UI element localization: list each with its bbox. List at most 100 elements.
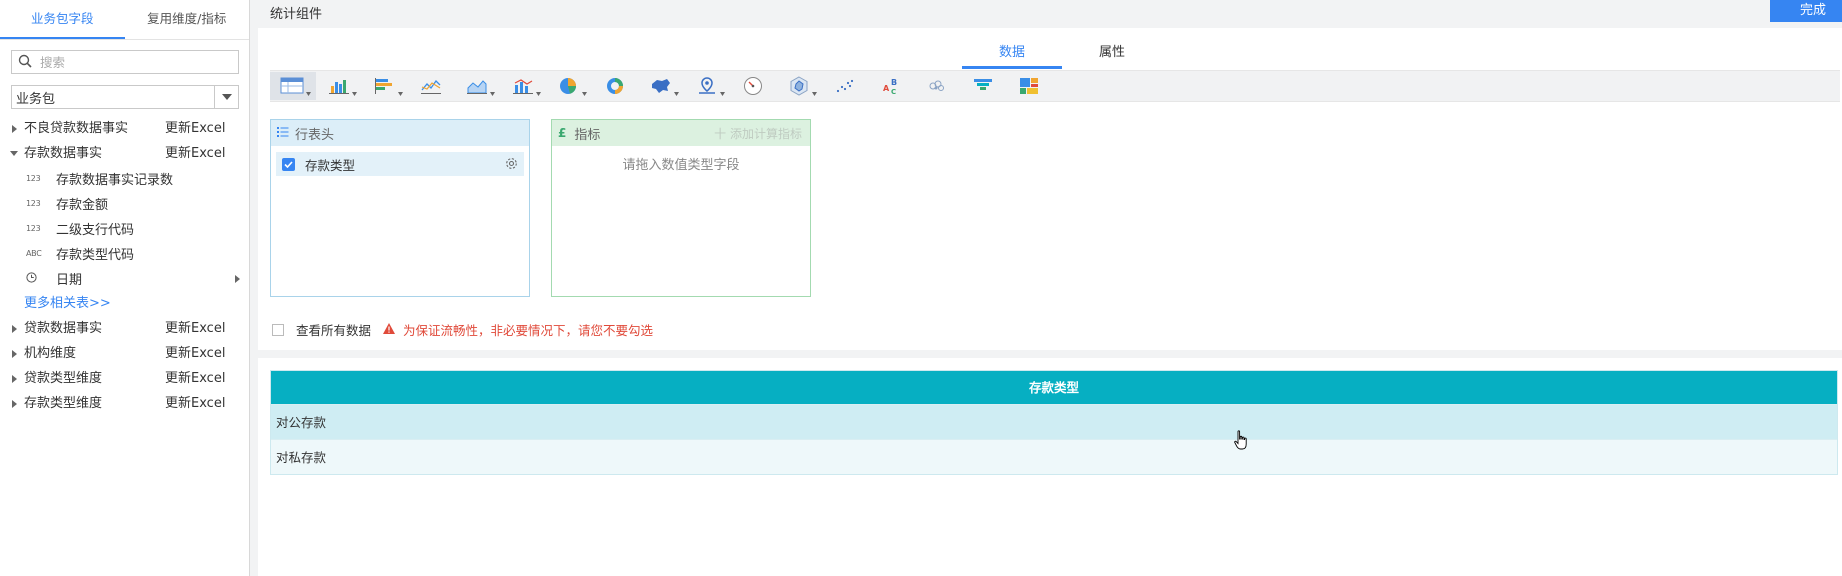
table-header[interactable]: 存款类型 [271, 371, 1837, 404]
table-name: 贷款数据事实 [24, 321, 103, 336]
tab-properties[interactable]: 属性 [1062, 40, 1162, 69]
field-item[interactable]: 日期 [0, 266, 250, 291]
table-name: 存款类型维度 [24, 396, 103, 411]
tree-table-row[interactable]: 贷款类型维度 更新Excel [0, 366, 250, 391]
update-excel-link[interactable]: 更新Excel [165, 316, 225, 341]
row-header-label: 行表头 [295, 127, 335, 143]
table-chart-icon[interactable] [270, 72, 316, 100]
caret-right-icon[interactable] [9, 324, 19, 333]
caret-right-icon[interactable] [9, 124, 19, 133]
package-select[interactable]: 业务包 [11, 85, 239, 109]
preview-area: 存款类型 对公存款 对私存款 [258, 358, 1842, 576]
radar-icon[interactable] [776, 72, 822, 100]
pound-icon: £ [558, 126, 567, 140]
text-type-icon: ABC [26, 249, 42, 258]
tab-data[interactable]: 数据 [962, 40, 1062, 69]
warning-text: 为保证流畅性，非必要情况下，请您不要勾选 [403, 323, 654, 338]
gauge-icon[interactable] [730, 72, 776, 100]
pin-map-icon[interactable] [684, 72, 730, 100]
field-item[interactable]: 123 二级支行代码 [0, 216, 250, 241]
scatter-icon[interactable] [822, 72, 868, 100]
row-header-region[interactable]: 行表头 存款类型 [270, 119, 530, 297]
tree-table-row[interactable]: 存款数据事实 更新Excel [0, 141, 250, 166]
table-name: 存款数据事实 [24, 146, 103, 161]
add-calculated-indicator-button[interactable]: 十 添加计算指标 [714, 125, 802, 142]
indicator-title: £ 指标 十 添加计算指标 [552, 120, 810, 146]
table-name: 贷款类型维度 [24, 371, 103, 386]
pie-chart-icon[interactable] [546, 72, 592, 100]
tree-table-row[interactable]: 机构维度 更新Excel [0, 341, 250, 366]
view-all-label: 查看所有数据 [296, 323, 372, 338]
table-row[interactable]: 对私存款 [271, 439, 1837, 474]
hand-cursor-icon [1234, 430, 1248, 455]
caret-right-icon[interactable] [9, 374, 19, 383]
table-tree: 不良贷款数据事实 更新Excel 存款数据事实 更新Excel 123 存款数据… [0, 116, 250, 416]
tree-table-row[interactable]: 不良贷款数据事实 更新Excel [0, 116, 250, 141]
caret-right-icon[interactable] [9, 349, 19, 358]
row-header-title: 行表头 [271, 120, 529, 146]
field-item[interactable]: ABC 存款类型代码 [0, 241, 250, 266]
field-name: 存款数据事实记录数 [56, 173, 174, 188]
update-excel-link[interactable]: 更新Excel [165, 141, 225, 166]
caret-right-icon[interactable] [235, 271, 240, 286]
row-field-chip[interactable]: 存款类型 [276, 152, 524, 176]
field-name: 二级支行代码 [56, 223, 135, 238]
update-excel-link[interactable]: 更新Excel [165, 341, 225, 366]
indicator-drop-hint: 请拖入数值类型字段 [622, 158, 740, 173]
tree-table-row[interactable]: 存款类型维度 更新Excel [0, 391, 250, 416]
more-related-tables-link[interactable]: 更多相关表>> [0, 291, 250, 316]
search-icon [18, 54, 32, 71]
indicator-region[interactable]: £ 指标 十 添加计算指标 请拖入数值类型字段 [551, 119, 811, 297]
field-sidebar: 业务包字段 复用维度/指标 业务包 不良贷款数据事实 更新Excel 存款数据事… [0, 0, 250, 576]
table-name: 机构维度 [24, 346, 77, 361]
view-all-checkbox[interactable] [272, 323, 284, 336]
number-type-icon: 123 [26, 199, 41, 208]
map-icon[interactable] [638, 72, 684, 100]
update-excel-link[interactable]: 更新Excel [165, 391, 225, 416]
table-row[interactable]: 对公存款 [271, 404, 1837, 439]
warning-icon [383, 322, 396, 337]
number-type-icon: 123 [26, 224, 41, 233]
caret-right-icon[interactable] [9, 399, 19, 408]
package-select-value: 业务包 [16, 91, 56, 107]
clock-icon [26, 272, 54, 285]
preview-table: 存款类型 对公存款 对私存款 [270, 370, 1838, 475]
bubble-icon[interactable] [914, 72, 960, 100]
treemap-icon[interactable] [1006, 72, 1052, 100]
field-name: 日期 [56, 273, 83, 288]
horizontal-bar-icon[interactable] [362, 72, 408, 100]
page-title: 统计组件 [270, 7, 323, 22]
field-item[interactable]: 123 存款数据事实记录数 [0, 166, 250, 191]
field-checkbox[interactable] [282, 157, 295, 171]
config-tabs: 数据 属性 [962, 40, 1162, 69]
bar-chart-icon[interactable] [316, 72, 362, 100]
line-chart-icon[interactable] [408, 72, 454, 100]
section-divider [258, 350, 1842, 358]
indicator-label: 指标 [574, 127, 601, 143]
search-input[interactable] [40, 54, 230, 70]
combo-chart-icon[interactable] [500, 72, 546, 100]
funnel-icon[interactable] [960, 72, 1006, 100]
update-excel-link[interactable]: 更新Excel [165, 116, 225, 141]
done-button[interactable]: 完成 [1770, 0, 1842, 22]
update-excel-link[interactable]: 更新Excel [165, 366, 225, 391]
tree-table-row[interactable]: 贷款数据事实 更新Excel [0, 316, 250, 341]
number-type-icon: 123 [26, 174, 41, 183]
tab-reuse-dimensions[interactable]: 复用维度/指标 [125, 0, 250, 39]
dropdown-arrow-icon[interactable] [214, 86, 238, 108]
svg-text:A: A [883, 84, 890, 93]
field-name: 存款金额 [56, 198, 109, 213]
panel-gutter [250, 0, 258, 576]
gear-icon[interactable] [505, 157, 518, 173]
table-name: 不良贷款数据事实 [24, 121, 129, 136]
tab-package-fields[interactable]: 业务包字段 [0, 0, 125, 39]
area-chart-icon[interactable] [454, 72, 500, 100]
field-item[interactable]: 123 存款金额 [0, 191, 250, 216]
donut-chart-icon[interactable] [592, 72, 638, 100]
caret-down-icon[interactable] [9, 151, 19, 156]
svg-text:B: B [891, 78, 897, 87]
word-cloud-icon[interactable]: BAC [868, 72, 914, 100]
row-field-label: 存款类型 [305, 157, 356, 173]
chart-type-toolbar: BAC [270, 70, 1840, 102]
field-name: 存款类型代码 [56, 248, 135, 263]
